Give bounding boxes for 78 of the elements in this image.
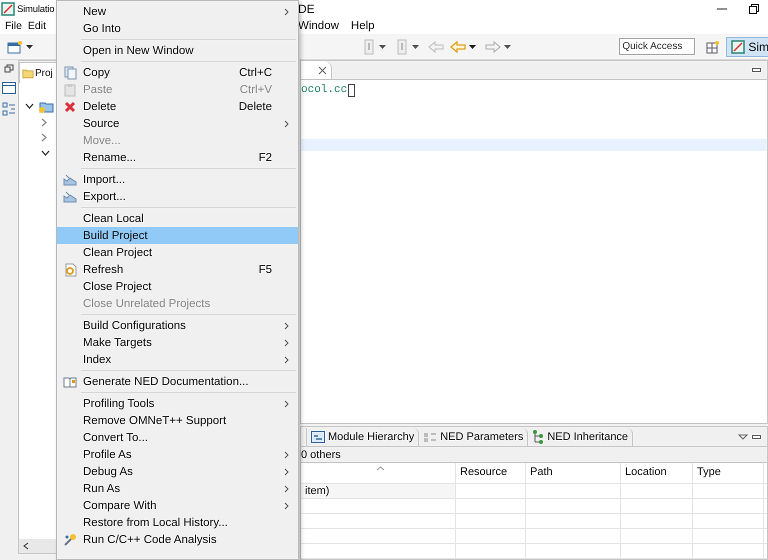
menu-item[interactable]: Export... xyxy=(57,188,298,205)
menu-item[interactable]: Import... xyxy=(57,171,298,188)
dropdown-icon[interactable] xyxy=(26,44,33,48)
menu-item[interactable]: Run C/C++ Code Analysis xyxy=(57,531,298,548)
menu-item[interactable]: Go Into xyxy=(57,20,298,37)
column-header[interactable]: Location xyxy=(621,463,693,483)
menu-item[interactable]: Clean Project xyxy=(57,244,298,261)
menu-item[interactable]: Debug As xyxy=(57,463,298,480)
dropdown-icon[interactable] xyxy=(379,44,386,48)
menu-item[interactable]: Edit xyxy=(28,20,46,32)
menu-item[interactable]: Profile As xyxy=(57,446,298,463)
scroll-left-icon[interactable] xyxy=(23,542,29,550)
hierarchy-icon xyxy=(311,430,325,442)
code-text: ocol.cc xyxy=(301,84,348,96)
view-tab[interactable]: NED Parameters xyxy=(419,428,528,446)
column-header[interactable]: Type xyxy=(693,463,764,483)
menu-item[interactable]: Copy Ctrl+C xyxy=(57,64,298,81)
app-icon xyxy=(1,2,15,16)
export-icon xyxy=(63,190,77,202)
app-icon xyxy=(731,40,746,54)
menu-item[interactable]: Profiling Tools xyxy=(57,395,298,412)
dropdown-icon[interactable] xyxy=(469,44,476,48)
menu-item[interactable]: Index xyxy=(57,351,298,368)
column-header[interactable]: Path xyxy=(526,463,621,483)
menu-item[interactable]: Build Project xyxy=(57,227,298,244)
expand-chevron-icon[interactable] xyxy=(25,103,34,109)
menu-item[interactable]: Source xyxy=(57,115,298,132)
menu-item[interactable]: Delete Delete xyxy=(57,98,298,115)
refresh-icon xyxy=(64,262,76,276)
restore-view-icon[interactable] xyxy=(4,64,14,74)
menu-item[interactable]: Close Project xyxy=(57,278,298,295)
panel-icon[interactable] xyxy=(2,82,16,94)
menu-item[interactable]: Refresh F5 xyxy=(57,261,298,278)
filter-summary: 0 others xyxy=(301,448,341,460)
view-tab[interactable]: Module Hierarchy xyxy=(307,428,420,446)
book-icon xyxy=(63,376,77,388)
view-tab[interactable]: NED Inheritance xyxy=(528,428,634,446)
restore-icon[interactable] xyxy=(748,3,760,15)
copy-icon xyxy=(64,66,76,80)
menu-item[interactable]: Run As xyxy=(57,480,298,497)
folder-icon xyxy=(22,68,34,78)
clipboard-icon xyxy=(64,82,76,96)
inheritance-icon xyxy=(532,430,544,444)
expand-chevron-icon[interactable] xyxy=(41,150,50,156)
new-icon[interactable] xyxy=(7,40,23,54)
import-icon xyxy=(63,174,77,186)
menu-item[interactable]: Build Configurations xyxy=(57,317,298,334)
view-menu-icon[interactable] xyxy=(738,434,748,440)
menu-item[interactable]: Help xyxy=(350,20,375,32)
outline-icon[interactable] xyxy=(2,102,16,116)
sort-caret-icon xyxy=(376,466,384,471)
menu-item[interactable]: Make Targets xyxy=(57,334,298,351)
table-cell: item) xyxy=(301,484,456,498)
editor-tab[interactable] xyxy=(301,61,332,79)
window-title: DE xyxy=(298,2,315,16)
menu-item[interactable]: New xyxy=(57,3,298,20)
delete-icon xyxy=(64,100,76,112)
menu-item[interactable]: Window xyxy=(298,20,339,32)
menu-item[interactable]: Generate NED Documentation... xyxy=(57,373,298,390)
magic-wand-icon xyxy=(63,532,77,546)
menu-item[interactable]: File xyxy=(5,20,22,32)
open-perspective-icon[interactable] xyxy=(706,40,720,54)
menu-item[interactable]: Remove OMNeT++ Support xyxy=(57,412,298,429)
menu-item[interactable]: Compare With xyxy=(57,497,298,514)
menu-item[interactable]: Open in New Window xyxy=(57,42,298,59)
column-header[interactable]: Resource xyxy=(456,463,526,483)
dropdown-icon[interactable] xyxy=(504,44,511,48)
quick-access-field[interactable]: Quick Access xyxy=(619,38,696,55)
menu-item[interactable]: Restore from Local History... xyxy=(57,514,298,531)
dropdown-icon[interactable] xyxy=(412,44,419,48)
perspective-button[interactable]: Sim xyxy=(726,36,768,56)
parameters-icon xyxy=(423,430,438,442)
menu-item[interactable]: Clean Local xyxy=(57,210,298,227)
window-title: Simulatio xyxy=(17,4,54,14)
close-icon[interactable] xyxy=(318,66,327,74)
menu-item[interactable]: Convert To... xyxy=(57,429,298,446)
text-cursor xyxy=(348,84,356,96)
menu-item[interactable]: Rename... F2 xyxy=(57,149,298,166)
